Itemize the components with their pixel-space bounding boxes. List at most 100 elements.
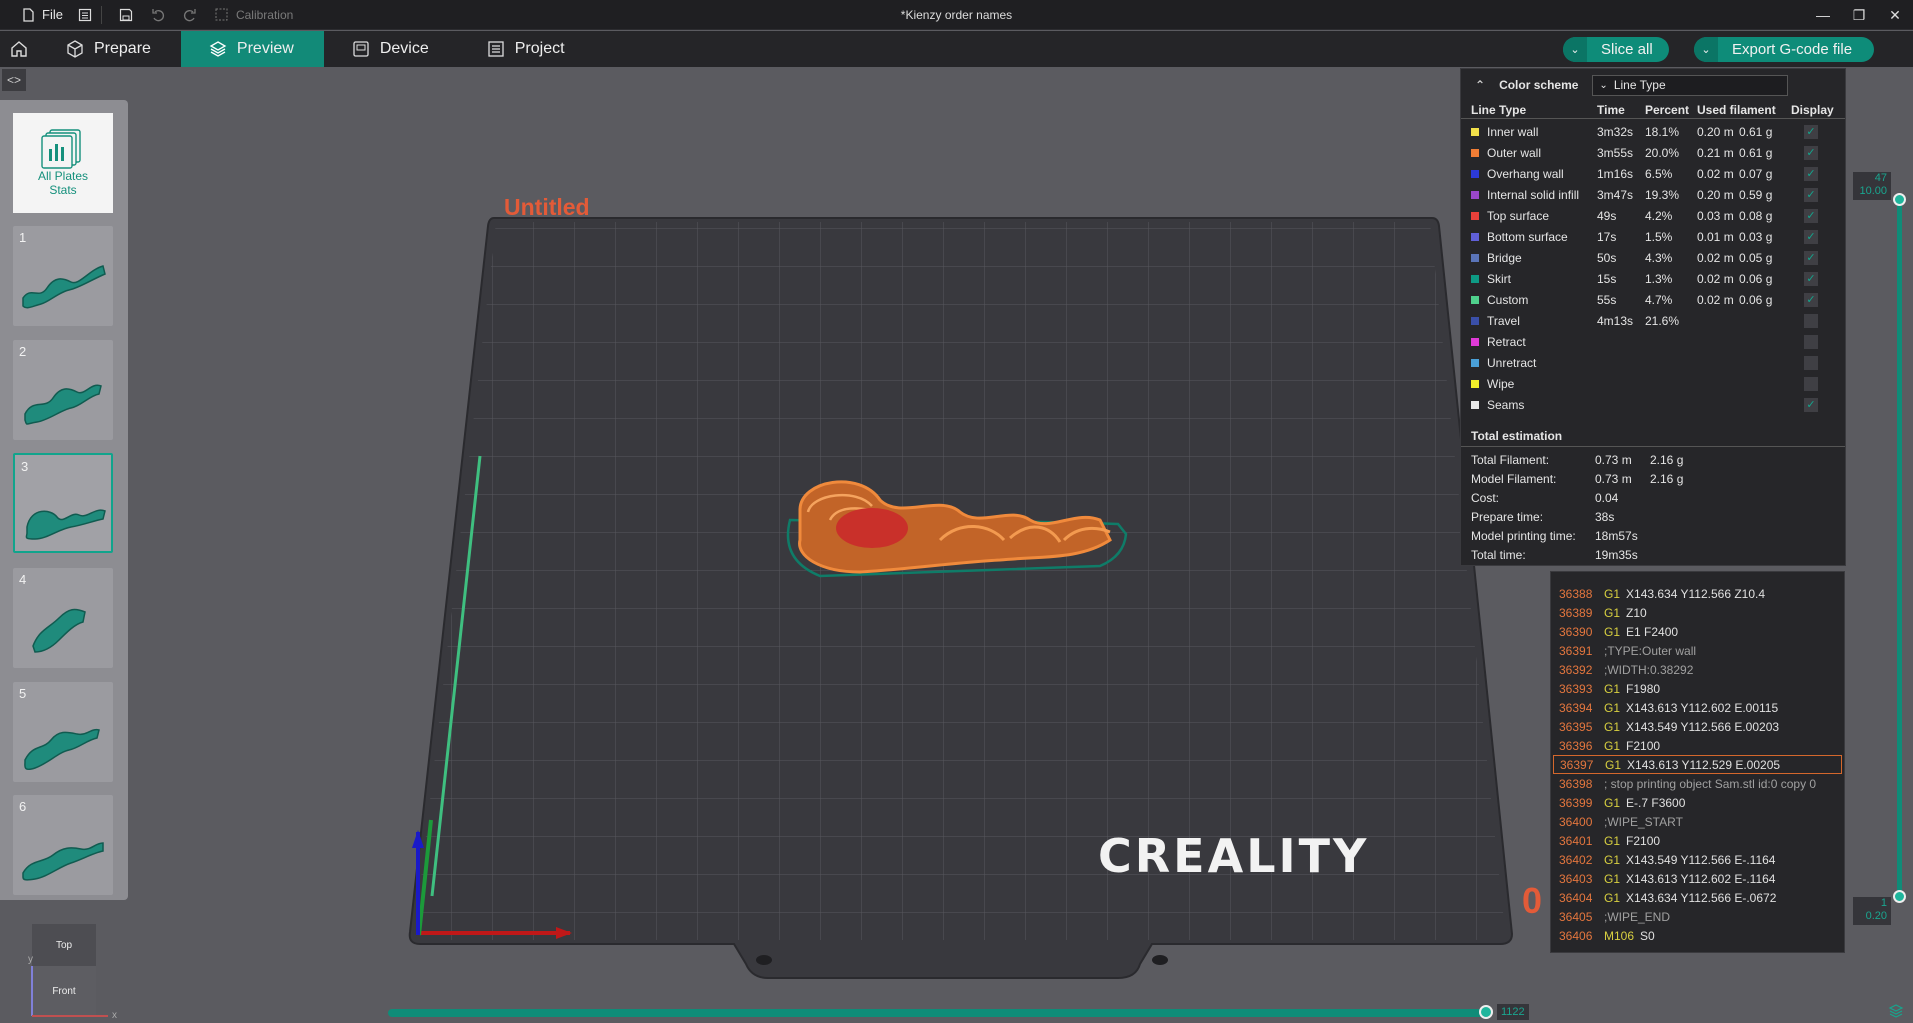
menu-icon[interactable] xyxy=(77,7,93,23)
close-icon[interactable]: ✕ xyxy=(1877,0,1913,30)
layer-slider[interactable] xyxy=(1897,198,1902,898)
slice-all-button[interactable]: ⌄ Slice all xyxy=(1563,37,1669,62)
display-checkbox[interactable]: ✓ xyxy=(1804,397,1818,412)
plate-number: 6 xyxy=(19,799,27,814)
total-value: 38s xyxy=(1595,509,1615,524)
gcode-line[interactable]: 36393 G1 F1980 xyxy=(1551,679,1844,698)
total-label: Model printing time: xyxy=(1471,528,1576,543)
gcode-line[interactable]: 36404 G1 X143.634 Y112.566 E-.0672 xyxy=(1551,888,1844,907)
gcode-line-number: 36388 xyxy=(1559,586,1593,601)
display-checkbox[interactable]: ✓ xyxy=(1804,250,1818,265)
gcode-line[interactable]: 36399 G1 E-.7 F3600 xyxy=(1551,793,1844,812)
move-slider-handle[interactable] xyxy=(1479,1005,1493,1019)
plate-thumbnail-5[interactable]: 5 xyxy=(13,682,113,782)
total-label: Total Filament: xyxy=(1471,452,1550,467)
gcode-args: X143.549 Y112.566 E-.1164 xyxy=(1626,852,1776,867)
line-type-percent: 6.5% xyxy=(1645,166,1673,181)
gcode-args: ;WIDTH:0.38292 xyxy=(1604,662,1694,677)
color-scheme-label: Color scheme xyxy=(1499,78,1579,92)
gcode-args: Z10 xyxy=(1626,605,1647,620)
gcode-line[interactable]: 36396 G1 F2100 xyxy=(1551,736,1844,755)
gcode-line[interactable]: 36403 G1 X143.613 Y112.602 E-.1164 xyxy=(1551,869,1844,888)
display-checkbox[interactable]: ✓ xyxy=(1804,145,1818,160)
collapse-sidebar-icon[interactable]: <> xyxy=(2,69,26,91)
tab-preview[interactable]: Preview xyxy=(180,31,324,67)
line-type-percent: 4.7% xyxy=(1645,292,1673,307)
color-scheme-select[interactable]: ⌄ Line Type xyxy=(1592,74,1789,96)
display-checkbox[interactable] xyxy=(1804,355,1818,370)
gcode-line[interactable]: 36400 ;WIPE_START xyxy=(1551,812,1844,831)
tab-project[interactable]: Project xyxy=(459,31,595,67)
display-checkbox[interactable] xyxy=(1804,334,1818,349)
gcode-line[interactable]: 36398 ; stop printing object Sam.stl id:0… xyxy=(1551,774,1844,793)
line-type-name: Inner wall xyxy=(1487,124,1539,139)
layer-slider-bottom-handle[interactable] xyxy=(1893,890,1906,903)
collapse-panel-icon[interactable]: ⌃ xyxy=(1475,78,1485,92)
plate-thumbnail-2[interactable]: 2 xyxy=(13,340,113,440)
gcode-line[interactable]: 36394 G1 X143.613 Y112.602 E.00115 xyxy=(1551,698,1844,717)
line-type-time: 55s xyxy=(1597,292,1617,307)
line-type-time: 17s xyxy=(1597,229,1617,244)
gcode-command: G1 xyxy=(1604,681,1621,696)
gcode-command: G1 xyxy=(1604,890,1621,905)
plate-thumbnail-1[interactable]: 1 xyxy=(13,226,113,326)
plate-thumbnail-6[interactable]: 6 xyxy=(13,795,113,895)
display-checkbox[interactable]: ✓ xyxy=(1804,187,1818,202)
display-checkbox[interactable]: ✓ xyxy=(1804,124,1818,139)
move-slider[interactable] xyxy=(388,1009,1488,1017)
display-checkbox[interactable]: ✓ xyxy=(1804,166,1818,181)
chevron-down-icon[interactable]: ⌄ xyxy=(1694,37,1718,62)
gcode-line[interactable]: 36391 ;TYPE:Outer wall xyxy=(1551,641,1844,660)
gcode-line[interactable]: 36397 G1 X143.613 Y112.529 E.00205 xyxy=(1553,755,1842,774)
display-checkbox[interactable]: ✓ xyxy=(1804,208,1818,223)
plates-sidebar: All Plates Stats 1 2 3 4 5 6 xyxy=(0,100,128,900)
export-gcode-button[interactable]: ⌄ Export G-code file xyxy=(1694,37,1875,62)
gcode-line-number: 36391 xyxy=(1559,643,1593,658)
display-checkbox[interactable]: ✓ xyxy=(1804,271,1818,286)
chevron-down-icon[interactable]: ⌄ xyxy=(1563,37,1587,62)
layer-slider-top-handle[interactable] xyxy=(1893,193,1906,206)
gcode-line[interactable]: 36395 G1 X143.549 Y112.566 E.00203 xyxy=(1551,717,1844,736)
line-type-name: Bottom surface xyxy=(1487,229,1568,244)
calibration-button[interactable]: Calibration xyxy=(206,7,301,23)
plate-thumbnail-4[interactable]: 4 xyxy=(13,568,113,668)
display-checkbox[interactable]: ✓ xyxy=(1804,229,1818,244)
undo-icon[interactable] xyxy=(150,7,166,23)
gcode-line[interactable]: 36401 G1 F2100 xyxy=(1551,831,1844,850)
display-checkbox[interactable] xyxy=(1804,376,1818,391)
display-checkbox[interactable]: ✓ xyxy=(1804,292,1818,307)
line-type-percent: 4.2% xyxy=(1645,208,1673,223)
gcode-line[interactable]: 36389 G1 Z10 xyxy=(1551,603,1844,622)
gcode-line[interactable]: 36388 G1 X143.634 Y112.566 Z10.4 xyxy=(1551,584,1844,603)
home-icon[interactable] xyxy=(0,31,38,67)
redo-icon[interactable] xyxy=(182,7,198,23)
bed-brand-logo: CREALITY xyxy=(1098,829,1369,883)
plate-thumbnail-3[interactable]: 3 xyxy=(13,453,113,553)
gcode-line[interactable]: 36402 G1 X143.549 Y112.566 E-.1164 xyxy=(1551,850,1844,869)
save-icon[interactable] xyxy=(118,7,134,23)
gcode-args: E-.7 F3600 xyxy=(1626,795,1686,810)
file-menu[interactable]: File xyxy=(12,0,71,30)
gcode-line[interactable]: 36392 ;WIDTH:0.38292 xyxy=(1551,660,1844,679)
all-plates-stats-button[interactable]: All Plates Stats xyxy=(13,113,113,213)
gcode-command: G1 xyxy=(1604,795,1621,810)
line-type-percent: 20.0% xyxy=(1645,145,1680,160)
line-type-time: 3m32s xyxy=(1597,124,1634,139)
gcode-args: X143.613 Y112.529 E.00205 xyxy=(1627,757,1781,772)
color-swatch xyxy=(1471,358,1479,367)
gcode-line[interactable]: 36390 G1 E1 F2400 xyxy=(1551,622,1844,641)
layers-toggle-icon[interactable] xyxy=(1888,1003,1906,1021)
gcode-args: S0 xyxy=(1640,928,1655,943)
tab-device[interactable]: Device xyxy=(324,31,459,67)
gcode-command: M106 xyxy=(1604,928,1635,943)
gcode-line[interactable]: 36405 ;WIPE_END xyxy=(1551,907,1844,926)
line-type-percent: 18.1% xyxy=(1645,124,1680,139)
tab-prepare[interactable]: Prepare xyxy=(38,31,181,67)
minimize-icon[interactable]: — xyxy=(1805,0,1841,30)
restore-icon[interactable]: ❐ xyxy=(1841,0,1877,30)
stats-icon xyxy=(41,129,81,169)
gcode-viewer[interactable]: 36388 G1 X143.634 Y112.566 Z10.4 36389 G1 Z10… xyxy=(1550,571,1845,953)
color-swatch xyxy=(1471,232,1479,241)
display-checkbox[interactable] xyxy=(1804,313,1818,328)
gcode-line[interactable]: 36406 M106 S0 xyxy=(1551,926,1844,945)
